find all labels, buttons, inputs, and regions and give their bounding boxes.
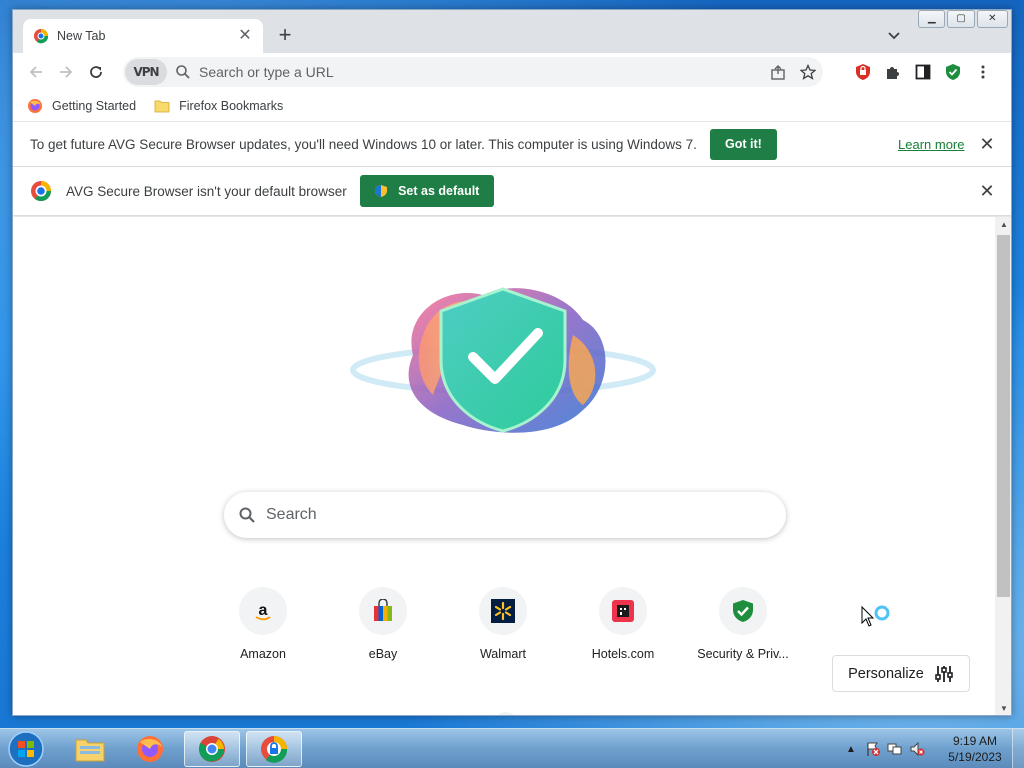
close-icon[interactable]: ✕ <box>979 182 995 200</box>
forward-icon[interactable] <box>51 57 81 87</box>
firefox-icon <box>28 99 42 113</box>
tile-label: Walmart <box>479 647 527 661</box>
scroll-down-arrow-icon[interactable]: ▼ <box>995 701 1011 715</box>
tile-label: eBay <box>368 647 398 661</box>
tile-ebay[interactable]: eBay <box>323 587 443 677</box>
default-browser-infobar: AVG Secure Browser isn't your default br… <box>13 167 1011 216</box>
show-hidden-icons-icon[interactable]: ▲ <box>840 739 862 759</box>
avg-browser-icon <box>31 181 51 201</box>
tile-label: Amazon <box>240 647 286 661</box>
avg-browser-icon <box>261 736 288 763</box>
update-infobar: To get future AVG Secure Browser updates… <box>13 122 1011 167</box>
folder-icon <box>154 100 170 113</box>
taskbar-firefox[interactable] <box>122 731 178 767</box>
bookmark-label: Getting Started <box>52 99 137 113</box>
close-icon[interactable]: ✕ <box>979 135 995 153</box>
window-controls: ▁ ▢ ✕ <box>918 10 1010 30</box>
mouse-cursor-icon <box>861 605 890 627</box>
back-icon[interactable] <box>21 57 51 87</box>
tile-label: Security & Priv... <box>697 647 789 661</box>
system-tray: ▲ <box>840 729 928 768</box>
taskbar: ▲ 9:19 AM 5/19/2023 <box>0 728 1024 768</box>
bookmark-star-icon[interactable] <box>793 57 823 87</box>
default-browser-message: AVG Secure Browser isn't your default br… <box>66 183 347 199</box>
side-panel-icon[interactable] <box>908 57 938 87</box>
personalize-label: Personalize <box>848 665 924 682</box>
toolbar: VPN <box>13 53 1011 91</box>
ntp-search-box[interactable] <box>224 492 786 538</box>
taskbar-chrome[interactable] <box>184 731 240 767</box>
taskbar-avg-browser[interactable] <box>246 731 302 767</box>
omnibox-actions <box>763 57 823 87</box>
tile-security-privacy[interactable]: Security & Priv... <box>683 587 803 677</box>
tab-new-tab[interactable]: New Tab ✕ <box>23 19 263 53</box>
bookmark-label: Firefox Bookmarks <box>179 99 284 113</box>
clock-time: 9:19 AM <box>952 734 998 748</box>
set-as-default-label: Set as default <box>398 184 480 198</box>
partial-tile-icon <box>497 712 515 715</box>
search-icon <box>239 507 255 523</box>
avg-browser-icon <box>34 29 49 44</box>
svg-text:a: a <box>259 602 268 619</box>
tile-amazon[interactable]: a Amazon <box>203 587 323 677</box>
tab-strip: New Tab ✕ + ▁ ▢ ✕ <box>13 10 1011 53</box>
extension-area <box>848 57 998 87</box>
avg-shield-icon[interactable] <box>938 57 968 87</box>
ntp-search-input[interactable] <box>266 506 746 524</box>
search-icon <box>176 65 190 79</box>
uac-shield-icon <box>375 185 388 197</box>
shield-check-icon <box>719 587 767 635</box>
amazon-icon: a <box>239 587 287 635</box>
taskbar-explorer[interactable] <box>62 731 118 767</box>
address-bar[interactable]: VPN <box>123 57 823 87</box>
volume-muted-icon[interactable] <box>906 739 928 759</box>
new-tab-page: a Amazon eBay Walmart Hotels.c <box>13 217 995 715</box>
avg-shield-illustration <box>350 287 656 433</box>
start-button[interactable] <box>6 730 46 768</box>
scroll-up-arrow-icon[interactable]: ▲ <box>995 217 1011 233</box>
update-message: To get future AVG Secure Browser updates… <box>30 136 697 152</box>
learn-more-link[interactable]: Learn more <box>898 137 964 152</box>
firefox-icon <box>137 736 163 762</box>
shortcut-tiles: a Amazon eBay Walmart Hotels.com Securit… <box>203 587 803 677</box>
new-tab-button[interactable]: + <box>273 24 297 48</box>
tile-label: Hotels.com <box>591 647 655 661</box>
minimize-button[interactable]: ▁ <box>918 10 946 28</box>
clock-date: 5/19/2023 <box>948 750 1002 764</box>
vpn-button[interactable]: VPN <box>125 59 167 85</box>
show-desktop-button[interactable] <box>1012 729 1024 768</box>
bookmarks-bar: Getting Started Firefox Bookmarks <box>13 91 1011 122</box>
personalize-button[interactable]: Personalize <box>832 655 970 692</box>
action-center-flag-icon[interactable] <box>862 739 884 759</box>
extensions-puzzle-icon[interactable] <box>878 57 908 87</box>
hotels-icon <box>599 587 647 635</box>
close-window-button[interactable]: ✕ <box>976 10 1008 28</box>
ebay-icon <box>359 587 407 635</box>
tab-close-icon[interactable]: ✕ <box>237 28 253 44</box>
share-icon[interactable] <box>763 57 793 87</box>
set-as-default-button[interactable]: Set as default <box>359 175 494 207</box>
menu-kebab-icon[interactable] <box>968 57 998 87</box>
bookmark-getting-started[interactable]: Getting Started <box>27 98 136 114</box>
scrollbar-thumb[interactable] <box>997 235 1010 597</box>
maximize-button[interactable]: ▢ <box>947 10 975 28</box>
walmart-icon <box>479 587 527 635</box>
page-scrollbar[interactable]: ▲ ▼ <box>995 217 1011 715</box>
tab-title: New Tab <box>57 29 106 43</box>
url-input[interactable] <box>199 64 759 80</box>
bookmark-firefox-bookmarks[interactable]: Firefox Bookmarks <box>154 98 283 114</box>
got-it-button[interactable]: Got it! <box>709 128 777 160</box>
chevron-down-icon[interactable] <box>885 26 903 44</box>
sliders-icon <box>935 665 953 682</box>
tile-hotels[interactable]: Hotels.com <box>563 587 683 677</box>
taskbar-clock[interactable]: 9:19 AM 5/19/2023 <box>940 733 1010 765</box>
folder-icon <box>75 739 105 762</box>
tile-walmart[interactable]: Walmart <box>443 587 563 677</box>
network-icon[interactable] <box>884 739 906 759</box>
chrome-icon <box>198 736 225 762</box>
reload-icon[interactable] <box>81 57 111 87</box>
avg-adblock-icon[interactable] <box>848 57 878 87</box>
